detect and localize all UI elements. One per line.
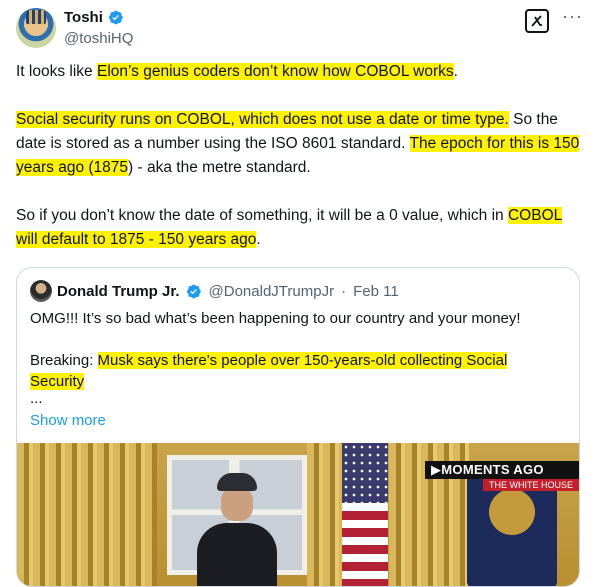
text-segment: It looks like xyxy=(16,63,97,80)
curtain-middle xyxy=(307,443,343,586)
text-segment: . xyxy=(256,231,261,248)
quoted-author-avatar[interactable] xyxy=(30,280,52,302)
grok-icon xyxy=(531,15,542,27)
highlighted-text: Musk says there's people over 150-years-… xyxy=(30,352,508,390)
separator-dot: · xyxy=(341,282,347,300)
author-avatar[interactable] xyxy=(16,8,56,48)
person-in-cap xyxy=(197,473,277,586)
author-name-row: Toshi xyxy=(64,9,124,26)
quoted-author-handle[interactable]: @DonaldJTrumpJr xyxy=(209,283,335,300)
tweet-text: It looks like Elon’s genius coders don’t… xyxy=(16,60,586,252)
show-more-link[interactable]: Show more xyxy=(30,410,565,431)
more-options-button[interactable]: ··· xyxy=(562,6,583,27)
us-flag xyxy=(342,443,388,586)
quoted-tweet-header: Donald Trump Jr. @DonaldJTrumpJr · Feb 1… xyxy=(30,280,399,302)
verified-badge-icon xyxy=(186,284,201,298)
curtain-left xyxy=(17,443,157,586)
banner-white-house: THE WHITE HOUSE xyxy=(483,479,579,491)
tweet-paragraph-2: Social security runs on COBOL, which doe… xyxy=(16,108,586,180)
highlighted-text: Social security runs on COBOL, which doe… xyxy=(16,111,509,128)
quoted-line-1: OMG!!! It’s so bad what’s been happening… xyxy=(30,310,521,327)
tweet-paragraph-1: It looks like Elon’s genius coders don’t… xyxy=(16,60,586,84)
more-horizontal-icon: ··· xyxy=(562,6,583,26)
text-segment: . xyxy=(453,63,458,80)
text-segment: ) - aka the metre standard. xyxy=(128,159,311,176)
quoted-tweet-date[interactable]: Feb 11 xyxy=(353,283,399,300)
quoted-tweet-text: OMG!!! It’s so bad what’s been happening… xyxy=(30,308,565,431)
quoted-video-thumbnail[interactable]: ▶MOMENTS AGO THE WHITE HOUSE xyxy=(17,443,579,586)
banner-moments-ago: ▶MOMENTS AGO xyxy=(425,461,579,479)
grok-button[interactable] xyxy=(525,9,549,33)
tweet-paragraph-3: So if you don’t know the date of somethi… xyxy=(16,204,586,252)
quoted-line-2: Breaking: Musk says there's people over … xyxy=(30,350,565,392)
quoted-ellipsis: ... xyxy=(30,390,43,407)
text-segment: So if you don’t know the date of somethi… xyxy=(16,207,508,224)
quoted-author-name[interactable]: Donald Trump Jr. xyxy=(57,283,180,300)
text-segment: Breaking: xyxy=(30,352,98,369)
quoted-tweet-card[interactable]: Donald Trump Jr. @DonaldJTrumpJr · Feb 1… xyxy=(16,267,580,587)
author-handle[interactable]: @toshiHQ xyxy=(64,30,133,47)
verified-badge-icon xyxy=(108,10,123,25)
news-banner: ▶MOMENTS AGO THE WHITE HOUSE xyxy=(425,461,579,491)
highlighted-text: Elon’s genius coders don’t know how COBO… xyxy=(96,63,454,80)
author-name[interactable]: Toshi xyxy=(64,9,103,26)
